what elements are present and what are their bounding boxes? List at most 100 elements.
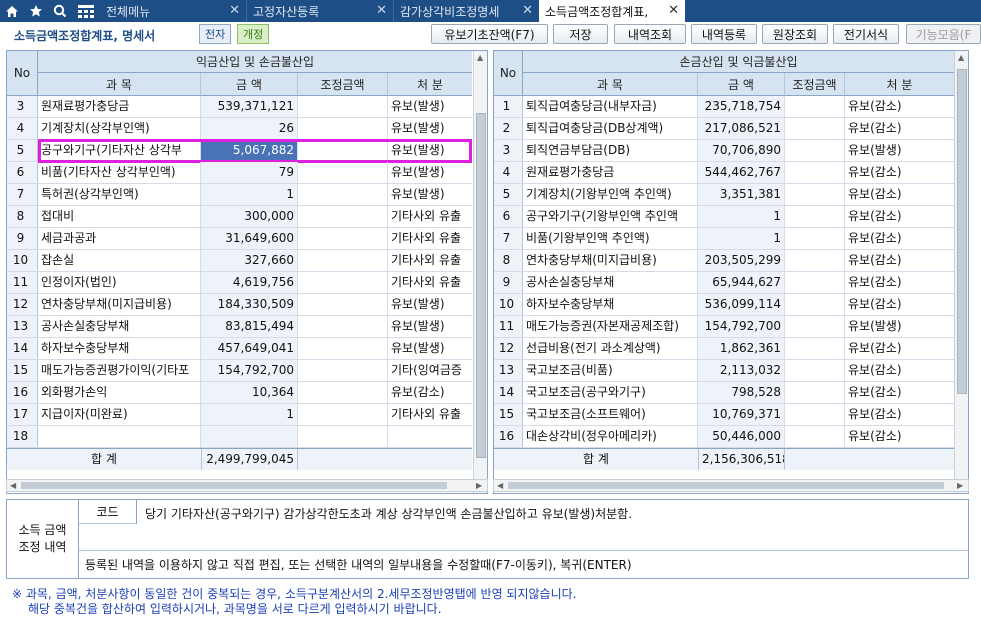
- scroll-right-arrow-icon[interactable]: ▶: [957, 481, 963, 490]
- row-adjustment[interactable]: [785, 360, 845, 381]
- scrollbar-thumb[interactable]: [21, 482, 447, 489]
- row-disposition[interactable]: 유보(감소): [388, 382, 472, 403]
- row-subject[interactable]: 기계장치(상각부인액): [38, 118, 201, 139]
- row-subject[interactable]: 지급이자(미완료): [38, 404, 201, 425]
- row-adjustment[interactable]: [785, 96, 845, 117]
- row-subject[interactable]: 접대비: [38, 206, 201, 227]
- vertical-scrollbar[interactable]: ▲ ▼: [954, 51, 968, 493]
- scroll-left-arrow-icon[interactable]: ◀: [10, 481, 16, 490]
- row-amount[interactable]: 5,067,882: [201, 140, 298, 161]
- row-adjustment[interactable]: [298, 250, 388, 271]
- row-adjustment[interactable]: [785, 140, 845, 161]
- table-row[interactable]: 12 선급비용(전기 과소계상액) 1,862,361 유보(감소): [494, 338, 954, 360]
- row-amount[interactable]: 544,462,767: [698, 162, 785, 183]
- close-icon[interactable]: ✕: [376, 3, 387, 18]
- row-adjustment[interactable]: [298, 162, 388, 183]
- table-row[interactable]: 1 퇴직급여충당금(내부자금) 235,718,754 유보(감소): [494, 96, 954, 118]
- table-row[interactable]: 9 공사손실충당부채 65,944,627 유보(감소): [494, 272, 954, 294]
- register-details-button[interactable]: 내역등록: [691, 24, 757, 44]
- row-amount[interactable]: 457,649,041: [201, 338, 298, 359]
- row-disposition[interactable]: 유보(발생): [388, 184, 472, 205]
- electronic-badge[interactable]: 전자: [199, 24, 232, 44]
- row-amount[interactable]: 154,792,700: [201, 360, 298, 381]
- search-icon[interactable]: [48, 0, 72, 22]
- row-disposition[interactable]: 유보(감소): [845, 184, 954, 205]
- row-amount[interactable]: 300,000: [201, 206, 298, 227]
- row-disposition[interactable]: 유보(감소): [845, 162, 954, 183]
- row-subject[interactable]: 원재료평가충당금: [38, 96, 201, 117]
- table-row[interactable]: 3 퇴직연금부담금(DB) 70,706,890 유보(발생): [494, 140, 954, 162]
- row-amount[interactable]: 26: [201, 118, 298, 139]
- scroll-left-arrow-icon[interactable]: ◀: [497, 481, 503, 490]
- function-menu-button[interactable]: 기능모음(F: [906, 24, 981, 44]
- table-row[interactable]: 15 국고보조금(소프트웨어) 10,769,371 유보(감소): [494, 404, 954, 426]
- row-adjustment[interactable]: [298, 140, 388, 161]
- close-icon[interactable]: ✕: [229, 3, 240, 18]
- row-subject[interactable]: 비품(기타자산 상각부인액): [38, 162, 201, 183]
- scroll-up-arrow-icon[interactable]: ▲: [477, 53, 483, 62]
- row-subject[interactable]: 퇴직연금부담금(DB): [523, 140, 698, 161]
- row-disposition[interactable]: 유보(발생): [388, 294, 472, 315]
- row-adjustment[interactable]: [785, 272, 845, 293]
- row-subject[interactable]: 매도가능증권평가이익(기타포: [38, 360, 201, 381]
- row-subject[interactable]: 공구와기구(기타자산 상각부: [38, 140, 201, 161]
- save-button[interactable]: 저장: [553, 24, 608, 44]
- table-row[interactable]: 2 퇴직급여충당금(DB상계액) 217,086,521 유보(감소): [494, 118, 954, 140]
- row-amount[interactable]: 4,619,756: [201, 272, 298, 293]
- row-subject[interactable]: 하자보수충당부채: [523, 294, 698, 315]
- row-disposition[interactable]: 기타사외 유출: [388, 250, 472, 271]
- row-adjustment[interactable]: [785, 118, 845, 139]
- horizontal-scrollbar-right[interactable]: ◀ ▶: [493, 479, 969, 492]
- row-adjustment[interactable]: [298, 316, 388, 337]
- row-disposition[interactable]: 기타사외 유출: [388, 272, 472, 293]
- table-row[interactable]: 4 기계장치(상각부인액) 26 유보(발생): [7, 118, 472, 140]
- tab-depreciation[interactable]: 감가상각비조정명세 ✕: [393, 0, 539, 22]
- table-row[interactable]: 15 매도가능증권평가이익(기타포 154,792,700 기타(잉여금증: [7, 360, 472, 382]
- row-adjustment[interactable]: [298, 228, 388, 249]
- row-disposition[interactable]: 유보(발생): [388, 118, 472, 139]
- row-amount[interactable]: 154,792,700: [698, 316, 785, 337]
- row-amount[interactable]: 1: [201, 184, 298, 205]
- row-amount[interactable]: 536,099,114: [698, 294, 785, 315]
- row-adjustment[interactable]: [785, 184, 845, 205]
- row-disposition[interactable]: 유보(감소): [845, 360, 954, 381]
- view-details-button[interactable]: 내역조회: [614, 24, 686, 44]
- row-adjustment[interactable]: [298, 96, 388, 117]
- row-amount[interactable]: 50,446,000: [698, 426, 785, 447]
- row-subject[interactable]: 매도가능증권(자본재공제조합): [523, 316, 698, 337]
- table-row[interactable]: 13 국고보조금(비품) 2,113,032 유보(감소): [494, 360, 954, 382]
- row-amount[interactable]: 65,944,627: [698, 272, 785, 293]
- row-amount[interactable]: 10,364: [201, 382, 298, 403]
- table-row[interactable]: 11 매도가능증권(자본재공제조합) 154,792,700 유보(발생): [494, 316, 954, 338]
- row-adjustment[interactable]: [785, 404, 845, 425]
- row-disposition[interactable]: 유보(발생): [388, 162, 472, 183]
- row-adjustment[interactable]: [298, 338, 388, 359]
- retained-opening-balance-button[interactable]: 유보기초잔액(F7): [431, 24, 548, 44]
- row-subject[interactable]: 잡손실: [38, 250, 201, 271]
- row-adjustment[interactable]: [298, 426, 388, 447]
- row-amount[interactable]: 10,769,371: [698, 404, 785, 425]
- table-row[interactable]: 8 연차충당부채(미지급비용) 203,505,299 유보(감소): [494, 250, 954, 272]
- row-disposition[interactable]: 유보(발생): [388, 338, 472, 359]
- row-amount[interactable]: 1,862,361: [698, 338, 785, 359]
- row-disposition[interactable]: 유보(감소): [845, 250, 954, 271]
- row-disposition[interactable]: 유보(감소): [845, 272, 954, 293]
- row-subject[interactable]: 공사손실충당부채: [38, 316, 201, 337]
- row-disposition[interactable]: 유보(감소): [845, 404, 954, 425]
- row-amount[interactable]: 1: [698, 206, 785, 227]
- row-adjustment[interactable]: [298, 294, 388, 315]
- row-amount[interactable]: 203,505,299: [698, 250, 785, 271]
- scroll-up-arrow-icon[interactable]: ▲: [958, 53, 964, 62]
- row-adjustment[interactable]: [298, 184, 388, 205]
- row-disposition[interactable]: 유보(감소): [845, 228, 954, 249]
- row-adjustment[interactable]: [298, 206, 388, 227]
- row-subject[interactable]: 공구와기구(기왕부인액 추인액: [523, 206, 698, 227]
- row-adjustment[interactable]: [785, 162, 845, 183]
- table-row[interactable]: 8 접대비 300,000 기타사외 유출: [7, 206, 472, 228]
- row-subject[interactable]: 하자보수충당부채: [38, 338, 201, 359]
- row-disposition[interactable]: 유보(감소): [845, 96, 954, 117]
- row-disposition[interactable]: 기타사외 유출: [388, 206, 472, 227]
- row-subject[interactable]: 퇴직급여충당금(내부자금): [523, 96, 698, 117]
- row-adjustment[interactable]: [785, 228, 845, 249]
- row-amount[interactable]: 217,086,521: [698, 118, 785, 139]
